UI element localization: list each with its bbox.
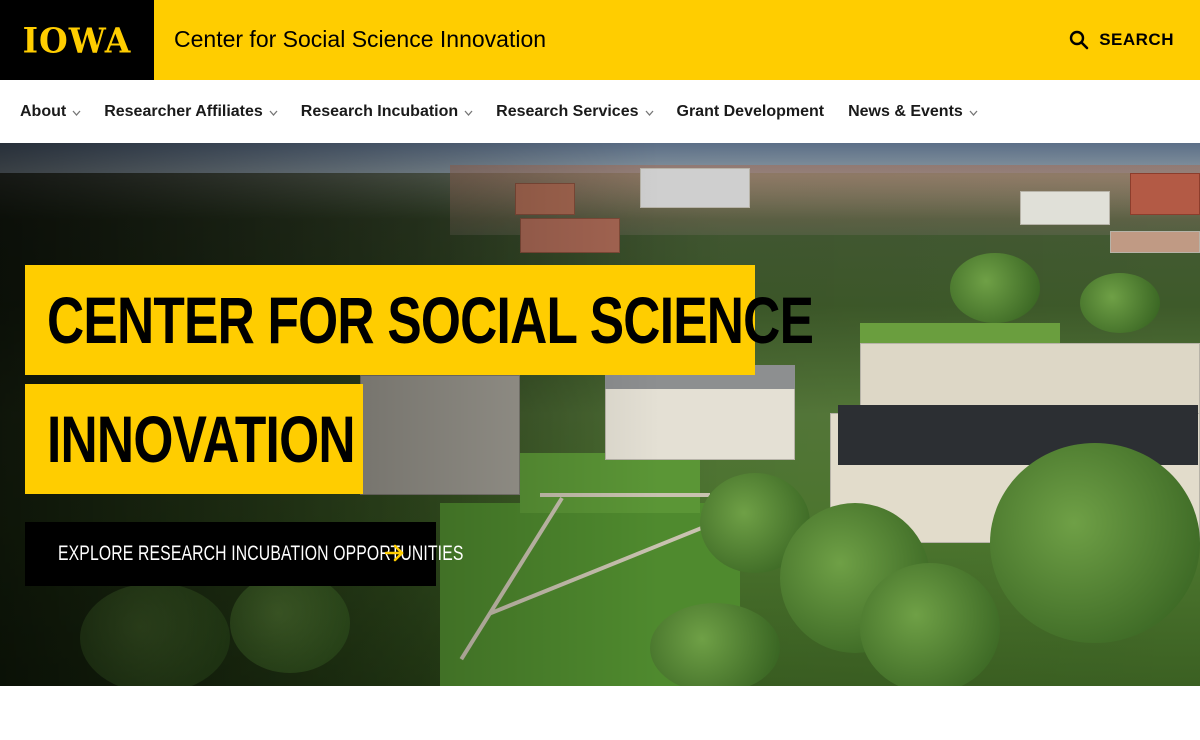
logo-text: IOWA <box>22 19 132 61</box>
nav-item-researcher-affiliates[interactable]: Researcher Affiliates <box>104 102 278 121</box>
nav-label: Research Incubation <box>300 102 459 120</box>
nav-item-about[interactable]: About <box>20 102 81 121</box>
iowa-logo[interactable]: IOWA <box>0 0 154 80</box>
chevron-down-icon <box>969 110 978 118</box>
site-title[interactable]: Center for Social Science Innovation <box>174 26 546 53</box>
search-icon <box>1069 30 1089 50</box>
hero-headline-line2: INNOVATION <box>25 384 363 494</box>
search-button[interactable]: SEARCH <box>1069 30 1174 50</box>
hero-banner: CENTER FOR SOCIAL SCIENCE INNOVATION EXP… <box>0 143 1200 686</box>
nav-item-research-services[interactable]: Research Services <box>496 102 653 121</box>
explore-research-incubation-button[interactable]: EXPLORE RESEARCH INCUBATION OPPORTUNITIE… <box>25 522 463 586</box>
hero-headline-line1: CENTER FOR SOCIAL SCIENCE <box>25 265 814 375</box>
arrow-right-icon <box>384 544 405 567</box>
nav-label: Grant Development <box>676 102 825 120</box>
chevron-down-icon <box>269 110 278 118</box>
headline-text: INNOVATION <box>47 402 356 476</box>
headline-text: CENTER FOR SOCIAL SCIENCE <box>47 283 814 357</box>
nav-label: Research Services <box>496 102 639 120</box>
search-label: SEARCH <box>1099 30 1174 49</box>
nav-label: Researcher Affiliates <box>104 102 263 120</box>
nav-item-news-events[interactable]: News & Events <box>848 102 978 121</box>
site-header: IOWA Center for Social Science Innovatio… <box>0 0 1200 80</box>
chevron-down-icon <box>464 110 473 118</box>
nav-label: News & Events <box>848 102 963 120</box>
chevron-down-icon <box>645 110 653 118</box>
nav-item-grant-development[interactable]: Grant Development <box>677 103 825 121</box>
nav-label: About <box>20 102 67 120</box>
main-navigation: About Researcher Affiliates Research Inc… <box>0 80 1200 143</box>
nav-item-research-incubation[interactable]: Research Incubation <box>300 102 473 121</box>
chevron-down-icon <box>72 110 81 118</box>
